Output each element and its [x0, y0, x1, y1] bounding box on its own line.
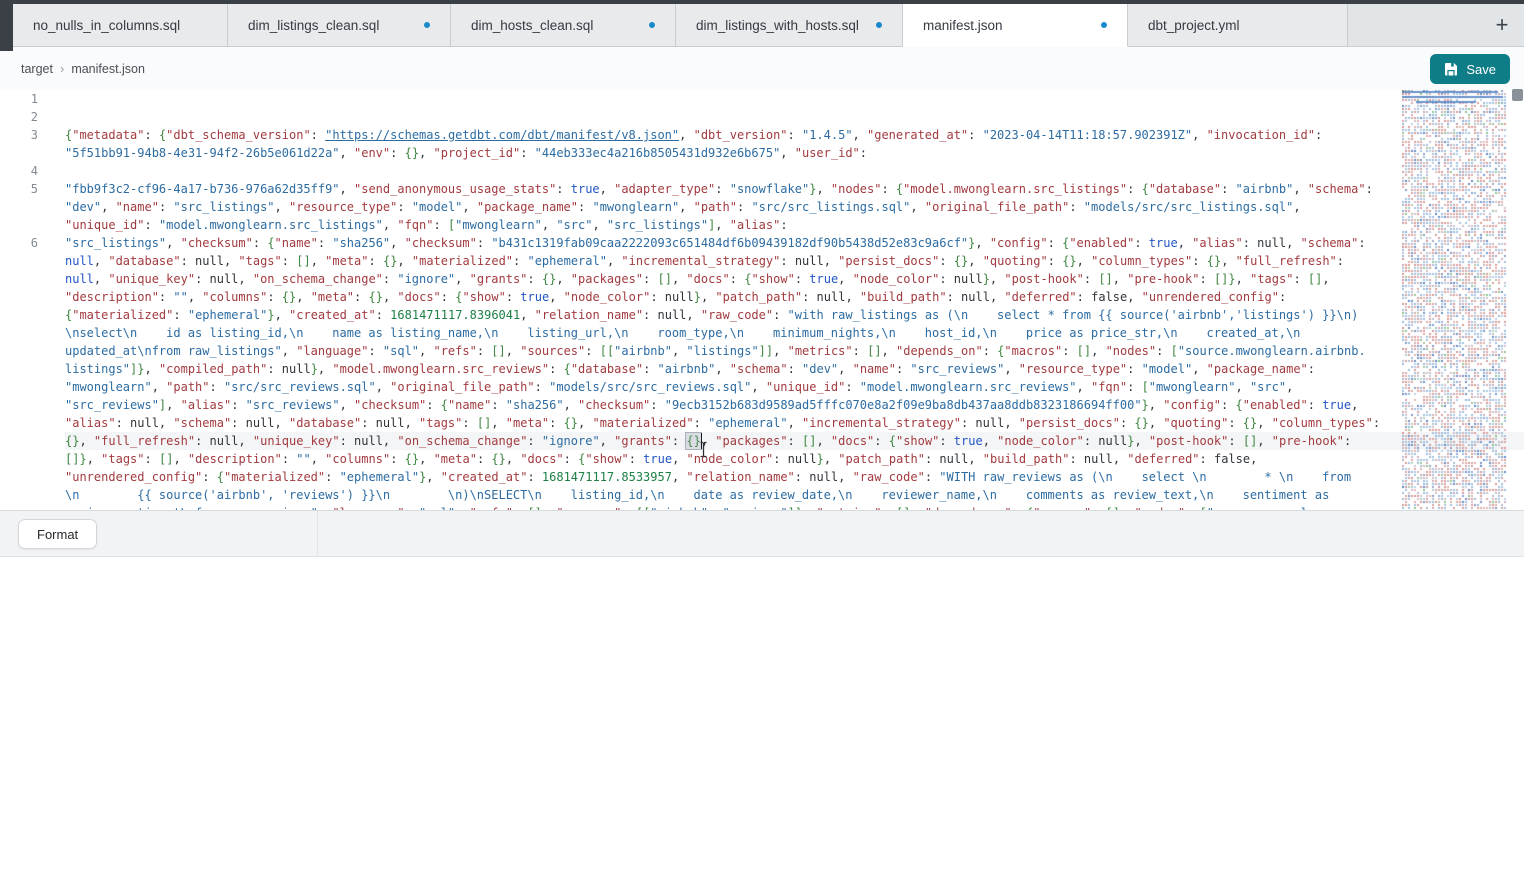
window-edge-top — [0, 0, 1524, 4]
code-row[interactable]: "src_reviews"], "alias": "src_reviews", … — [65, 396, 1524, 414]
minimap[interactable] — [1402, 90, 1508, 510]
line-number — [0, 270, 38, 288]
new-tab-button[interactable]: + — [1488, 11, 1516, 39]
line-number — [0, 216, 38, 234]
code-row[interactable]: "fbb9f3c2-cf96-4a17-b736-976a62d35ff9", … — [65, 180, 1524, 198]
code-row[interactable]: {"materialized": "ephemeral"}, "created_… — [65, 306, 1524, 324]
breadcrumb-file: manifest.json — [71, 62, 145, 76]
modified-indicator-dot — [424, 22, 430, 28]
tab-dim-listings-with-hosts-sql[interactable]: dim_listings_with_hosts.sql — [676, 4, 903, 47]
line-number: 3 — [0, 126, 38, 144]
line-number — [0, 144, 38, 162]
code-row[interactable]: "description": "", "columns": {}, "meta"… — [65, 288, 1524, 306]
modified-indicator-dot — [876, 22, 882, 28]
line-number — [0, 432, 38, 450]
line-number — [0, 468, 38, 486]
breadcrumb-bar: target › manifest.json Save — [0, 47, 1524, 90]
line-number: 5 — [0, 180, 38, 198]
code-row[interactable]: null, "unique_key": null, "on_schema_cha… — [65, 270, 1524, 288]
code-row[interactable]: \nselect\n id as listing_id,\n name as l… — [65, 324, 1524, 342]
line-number: 2 — [0, 108, 38, 126]
ide-window: no_nulls_in_columns.sql dim_listings_clea… — [0, 0, 1524, 875]
chevron-right-icon: › — [60, 61, 64, 76]
line-number — [0, 342, 38, 360]
line-number — [0, 414, 38, 432]
tab-label: dim_listings_clean.sql — [248, 18, 379, 33]
results-panel — [0, 557, 1524, 875]
format-button[interactable]: Format — [18, 519, 97, 549]
breadcrumb: target › manifest.json — [21, 61, 145, 76]
line-number: 4 — [0, 162, 38, 180]
line-number — [0, 486, 38, 504]
code-row[interactable]: null, "database": null, "tags": [], "met… — [65, 252, 1524, 270]
tab-label: no_nulls_in_columns.sql — [33, 18, 180, 33]
code-row[interactable]: "unrendered_config": {"materialized": "e… — [65, 468, 1524, 486]
code-row[interactable]: {"metadata": {"dbt_schema_version": "htt… — [65, 126, 1524, 144]
code-row[interactable]: "5f51bb91-94b8-4e31-94f2-26b5e061d22a", … — [65, 144, 1524, 162]
breadcrumb-folder[interactable]: target — [21, 62, 53, 76]
code-row[interactable]: listings"]}, "compiled_path": null}, "mo… — [65, 360, 1524, 378]
save-floppy-icon — [1444, 62, 1458, 76]
code-row[interactable]: updated_at\nfrom raw_listings", "languag… — [65, 342, 1524, 360]
tab-manifest-json[interactable]: manifest.json — [903, 4, 1128, 47]
matching-bracket-highlight — [686, 433, 700, 449]
code-row[interactable] — [65, 90, 1524, 108]
save-button[interactable]: Save — [1430, 54, 1510, 84]
line-number — [0, 252, 38, 270]
code-row[interactable] — [65, 162, 1524, 180]
code-editor: 123 45 6 {"metadata": {"dbt_schema_version… — [0, 90, 1524, 510]
code-row[interactable]: \n {{ source('airbnb', 'reviews') }}\n \… — [65, 486, 1524, 504]
text-caret — [701, 433, 703, 449]
window-edge-left — [0, 0, 13, 51]
tab-no-nulls-in-columns-sql[interactable]: no_nulls_in_columns.sql — [13, 4, 228, 47]
tab-label: dbt_project.yml — [1148, 18, 1240, 33]
tab-dim-hosts-clean-sql[interactable]: dim_hosts_clean.sql — [451, 4, 676, 47]
modified-indicator-dot — [649, 22, 655, 28]
line-number — [0, 360, 38, 378]
tab-bar-filler: + — [1348, 4, 1524, 47]
line-number — [0, 450, 38, 468]
code-row[interactable]: "dev", "name": "src_listings", "resource… — [65, 198, 1524, 216]
code-row[interactable]: "unique_id": "model.mwonglearn.src_listi… — [65, 216, 1524, 234]
tab-dim-listings-clean-sql[interactable]: dim_listings_clean.sql — [228, 4, 451, 47]
code-row[interactable]: []}, "tags": [], "description": "", "col… — [65, 450, 1524, 468]
code-row[interactable]: "src_listings", "checksum": {"name": "sh… — [65, 234, 1524, 252]
code-row[interactable]: "alias": null, "schema": null, "database… — [65, 414, 1524, 432]
tab-bar: no_nulls_in_columns.sql dim_listings_clea… — [13, 4, 1524, 47]
save-button-label: Save — [1466, 62, 1496, 77]
line-number — [0, 324, 38, 342]
toolbar-divider — [317, 511, 318, 556]
bottom-toolbar: Format — [0, 510, 1524, 557]
tab-label: dim_hosts_clean.sql — [471, 18, 593, 33]
line-number: 6 — [0, 234, 38, 252]
code-row[interactable]: "mwonglearn", "path": "src/src_reviews.s… — [65, 378, 1524, 396]
editor-scrollbar-thumb[interactable] — [1512, 89, 1523, 101]
line-number — [0, 288, 38, 306]
tab-label: manifest.json — [923, 18, 1003, 33]
code-content[interactable]: {"metadata": {"dbt_schema_version": "htt… — [65, 90, 1524, 510]
line-number-gutter: 123 45 6 — [0, 90, 52, 510]
line-number — [0, 396, 38, 414]
code-row[interactable] — [65, 108, 1524, 126]
tab-dbt-project-yml[interactable]: dbt_project.yml — [1128, 4, 1348, 47]
code-row[interactable]: {}, "full_refresh": null, "unique_key": … — [65, 432, 1524, 450]
line-number — [0, 198, 38, 216]
line-number — [0, 306, 38, 324]
modified-indicator-dot — [1101, 22, 1107, 28]
line-number — [0, 378, 38, 396]
line-number: 1 — [0, 90, 38, 108]
tab-label: dim_listings_with_hosts.sql — [696, 18, 859, 33]
